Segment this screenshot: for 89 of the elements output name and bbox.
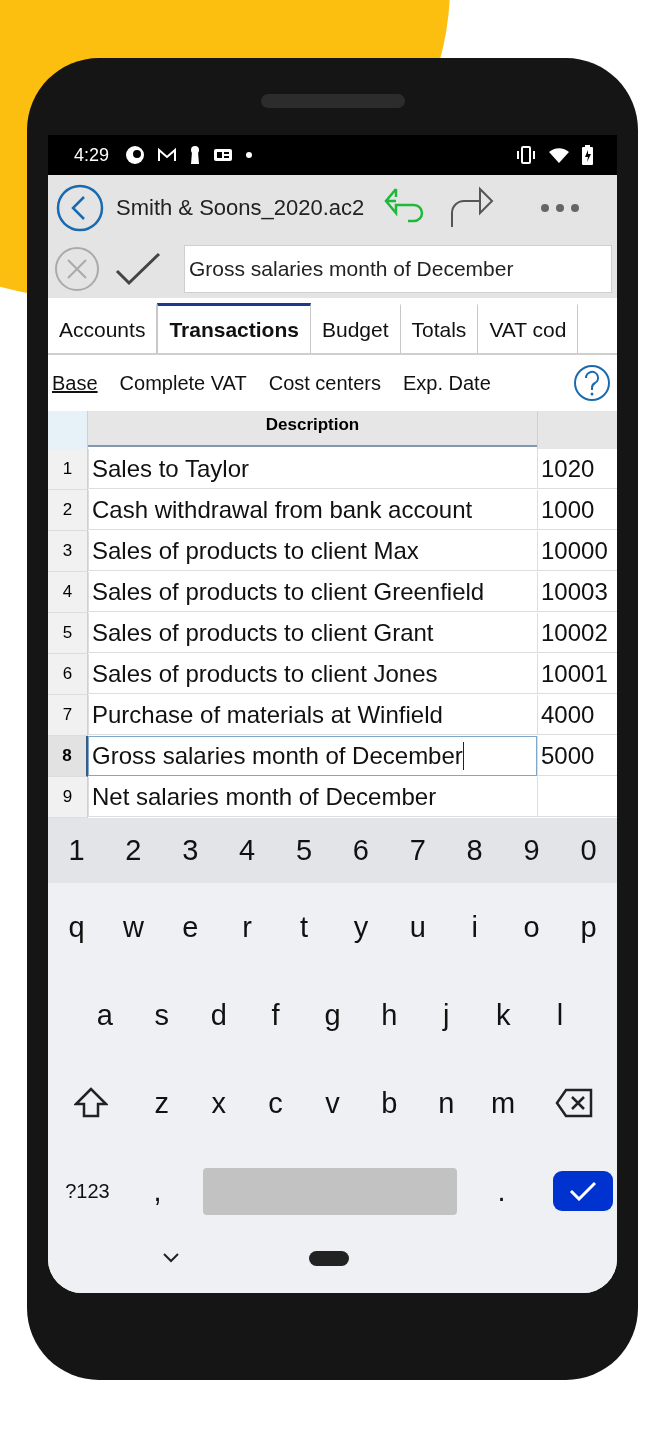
help-button[interactable] <box>573 364 611 402</box>
column-header: Description <box>88 411 537 447</box>
key[interactable]: r <box>218 897 276 957</box>
table-cell[interactable]: 10001 <box>537 654 617 694</box>
key[interactable]: x <box>190 1073 248 1133</box>
row-number: 4 <box>48 572 88 613</box>
row-number: 9 <box>48 777 88 818</box>
row-number: 7 <box>48 695 88 736</box>
table-cell[interactable] <box>537 777 617 817</box>
dot-icon <box>245 151 254 159</box>
table-cell[interactable]: Sales of products to client Greenfield <box>88 572 537 612</box>
key[interactable]: h <box>360 985 418 1045</box>
row-number: 8 <box>48 736 88 777</box>
key[interactable]: l <box>531 985 589 1045</box>
key[interactable]: j <box>417 985 475 1045</box>
table-cell[interactable]: 10002 <box>537 613 617 653</box>
key[interactable]: f <box>247 985 305 1045</box>
key[interactable]: c <box>247 1073 305 1133</box>
row-number: 3 <box>48 531 88 572</box>
key[interactable]: 2 <box>104 820 162 881</box>
view-link[interactable]: Base <box>52 371 98 395</box>
home-handle[interactable] <box>309 1250 349 1266</box>
key[interactable]: 9 <box>503 820 560 881</box>
battery-icon <box>582 145 593 165</box>
wifi-icon <box>548 146 570 164</box>
row-number: 5 <box>48 613 88 654</box>
row-number: 1 <box>48 449 88 490</box>
key[interactable]: u <box>389 897 447 957</box>
row-number: 2 <box>48 490 88 531</box>
key[interactable]: a <box>76 985 134 1045</box>
key[interactable]: k <box>474 985 532 1045</box>
table-cell[interactable]: Sales of products to client Max <box>88 531 537 571</box>
table-tab[interactable]: Transactions <box>157 303 311 353</box>
comma-key[interactable]: , <box>122 1161 193 1221</box>
key[interactable]: o <box>503 897 561 957</box>
table-cell[interactable]: 10003 <box>537 572 617 612</box>
news-icon <box>213 147 234 163</box>
table-cell[interactable]: Cash withdrawal from bank account <box>88 490 537 530</box>
row-number: 6 <box>48 654 88 695</box>
header-corner <box>48 411 88 449</box>
period-key[interactable]: . <box>466 1161 537 1221</box>
view-link[interactable]: Exp. Date <box>402 371 491 395</box>
key[interactable]: 6 <box>332 820 390 881</box>
view-link[interactable]: Complete VAT <box>119 371 247 395</box>
table-cell[interactable]: 10000 <box>537 531 617 571</box>
app-icon <box>125 145 146 165</box>
key[interactable]: t <box>275 897 333 957</box>
mail-icon <box>157 147 178 163</box>
key[interactable]: 4 <box>218 820 276 881</box>
table-cell[interactable]: Net salaries month of December <box>88 777 537 817</box>
key[interactable]: e <box>161 897 219 957</box>
key[interactable]: y <box>332 897 390 957</box>
cell-edit-field[interactable]: Gross salaries month of December <box>184 245 612 293</box>
key[interactable]: m <box>474 1073 532 1133</box>
table-cell[interactable]: 5000 <box>537 736 617 776</box>
hide-keyboard-icon[interactable] <box>163 1253 179 1263</box>
table-cell[interactable]: 1000 <box>537 490 617 530</box>
key[interactable]: v <box>304 1073 361 1133</box>
key[interactable]: 0 <box>560 820 617 881</box>
table-cell[interactable]: Sales of products to client Jones <box>88 654 537 694</box>
key[interactable]: q <box>48 897 105 957</box>
keyhole-icon <box>189 145 202 165</box>
key[interactable]: 3 <box>161 820 219 881</box>
table-cell[interactable]: Purchase of materials at Winfield <box>88 695 537 735</box>
key[interactable]: b <box>360 1073 418 1133</box>
key[interactable]: s <box>133 985 191 1045</box>
table-cell[interactable]: 4000 <box>537 695 617 735</box>
key[interactable]: 8 <box>446 820 504 881</box>
text-caret <box>462 741 465 770</box>
symbols-key[interactable]: ?123 <box>52 1161 123 1221</box>
key[interactable]: d <box>190 985 248 1045</box>
key[interactable]: n <box>417 1073 475 1133</box>
view-link[interactable]: Cost centers <box>268 371 381 395</box>
enter-key[interactable] <box>552 1171 613 1211</box>
key[interactable]: 7 <box>389 820 447 881</box>
table-cell[interactable]: Gross salaries month of December <box>88 736 537 776</box>
key[interactable]: 1 <box>48 820 105 881</box>
table-cell[interactable]: Sales of products to client Grant <box>88 613 537 653</box>
key[interactable]: i <box>446 897 504 957</box>
table-cell[interactable]: 1020 <box>537 449 617 489</box>
vibrate-icon <box>516 146 536 164</box>
status-time: 4:29 <box>74 144 110 166</box>
key[interactable]: w <box>104 897 162 957</box>
key[interactable]: g <box>304 985 361 1045</box>
key[interactable]: z <box>133 1073 191 1133</box>
document-title: Smith & Soons_2020.ac2 <box>116 194 365 221</box>
key[interactable]: p <box>560 897 617 957</box>
table-cell[interactable]: Sales to Taylor <box>88 449 537 489</box>
key[interactable]: 5 <box>275 820 333 881</box>
